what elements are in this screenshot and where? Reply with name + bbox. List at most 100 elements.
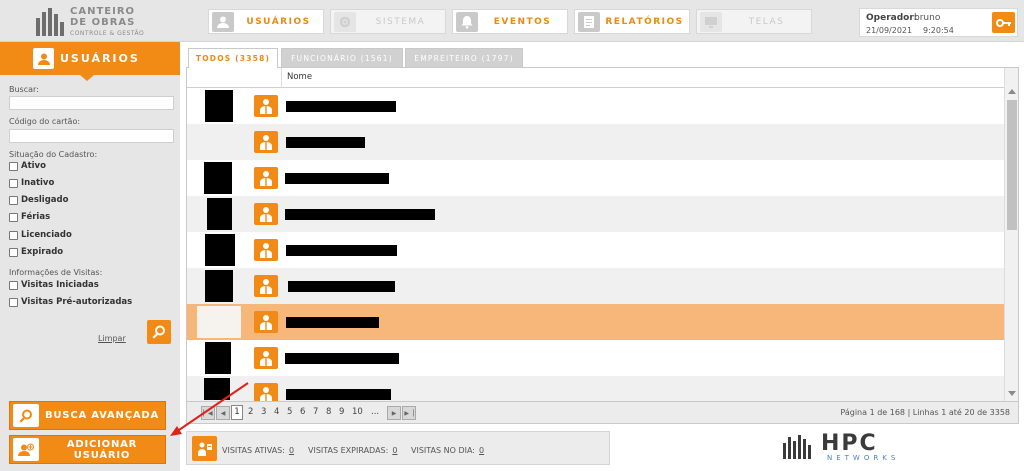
page-link[interactable]: 7	[313, 407, 318, 417]
nav-relatorios[interactable]: RELATÓRIOS	[574, 9, 690, 34]
nav-eventos[interactable]: EVENTOS	[452, 9, 568, 34]
checkbox[interactable]	[9, 280, 18, 290]
nav-telas[interactable]: TELAS	[696, 9, 812, 34]
status-option-expirado[interactable]: Expirado	[9, 246, 63, 258]
prev-page-button[interactable]: ◀	[216, 406, 230, 420]
add-user-label: ADICIONAR USUÁRIO	[66, 438, 138, 461]
user-photo	[205, 342, 231, 374]
operator-panel: Operador: bruno 21/09/2021 9:20:54	[859, 8, 1018, 37]
table-row-selected[interactable]	[187, 304, 1004, 340]
add-user-button[interactable]: ADICIONAR USUÁRIO	[9, 435, 166, 464]
search-icon	[152, 325, 165, 339]
status-option-ferias[interactable]: Férias	[9, 211, 50, 223]
table-row[interactable]	[187, 88, 1004, 124]
worker-icon	[254, 239, 278, 261]
logout-key-button[interactable]	[992, 12, 1015, 33]
worker-icon	[254, 95, 278, 117]
nav-eventos-label: EVENTOS	[493, 16, 552, 27]
user-photo	[205, 234, 235, 266]
page-ellipsis[interactable]: ...	[371, 407, 379, 417]
page-current[interactable]: 1	[231, 405, 243, 420]
day-visits-link[interactable]: 0	[479, 446, 484, 455]
pagination-info: Página 1 de 168 | Linhas 1 até 20 de 335…	[840, 408, 1010, 417]
tab-todos[interactable]: TODOS (3358)	[188, 48, 278, 68]
worker-icon	[254, 383, 278, 401]
status-option-ativo[interactable]: Ativo	[9, 160, 46, 172]
clear-link[interactable]: Limpar	[98, 334, 126, 343]
tab-empreiteiro[interactable]: EMPREITEIRO (1797)	[405, 48, 523, 67]
active-visits-link[interactable]: 0	[289, 446, 294, 455]
page-link[interactable]: 2	[248, 407, 253, 417]
checkbox[interactable]	[9, 178, 18, 188]
card-code-input[interactable]	[9, 129, 174, 143]
next-page-button[interactable]: ▶	[387, 406, 401, 420]
redacted-name	[286, 101, 396, 112]
checkbox[interactable]	[9, 247, 18, 257]
checkbox[interactable]	[9, 212, 18, 222]
page-link[interactable]: 4	[274, 407, 279, 417]
first-page-button[interactable]: ▏◀	[201, 406, 215, 420]
nav-usuarios[interactable]: USUÁRIOS	[208, 9, 324, 34]
visits-option-started[interactable]: Visitas Iniciadas	[9, 279, 99, 291]
hpc-bars-icon	[783, 435, 817, 459]
table-row[interactable]	[187, 196, 1004, 232]
last-page-button[interactable]: ▶▕	[402, 406, 416, 420]
visitor-icon	[192, 436, 217, 461]
tab-funcionario[interactable]: FUNCIONÁRIO (1561)	[281, 48, 403, 67]
page-link[interactable]: 10	[352, 407, 363, 417]
logo-line1: CANTEIRO	[70, 6, 136, 17]
nav-relatorios-label: RELATÓRIOS	[605, 16, 684, 27]
checkbox[interactable]	[9, 195, 18, 205]
logo-line2: DE OBRAS	[70, 17, 136, 28]
user-icon	[33, 48, 54, 69]
redacted-name	[286, 389, 391, 400]
active-visits: VISITAS ATIVAS: 0	[222, 446, 295, 455]
users-grid: Nome	[186, 67, 1019, 402]
search-button[interactable]	[147, 320, 171, 344]
day-visits: VISITAS NO DIA: 0	[411, 446, 485, 455]
checkbox[interactable]	[9, 297, 18, 307]
page-link[interactable]: 3	[261, 407, 266, 417]
page-link[interactable]: 9	[339, 407, 344, 417]
table-row[interactable]	[187, 160, 1004, 196]
logo-bars-icon	[36, 8, 66, 36]
hpc-logo-text: HPC	[821, 431, 878, 456]
table-row[interactable]	[187, 340, 1004, 376]
expired-visits: VISITAS EXPIRADAS: 0	[308, 446, 398, 455]
redacted-name	[286, 317, 379, 328]
operator-label: Operador:	[866, 13, 918, 23]
nav-sistema[interactable]: SISTEMA	[330, 9, 446, 34]
scroll-up-icon[interactable]	[1008, 89, 1016, 94]
checkbox[interactable]	[9, 161, 18, 171]
redacted-name	[286, 245, 397, 256]
status-option-licenciado[interactable]: Licenciado	[9, 229, 72, 241]
column-header-name[interactable]: Nome	[287, 72, 312, 82]
top-header: CANTEIRO DE OBRAS CONTROLE & GESTÃO USUÁ…	[0, 0, 1024, 42]
advanced-search-button[interactable]: BUSCA AVANÇADA	[9, 401, 166, 430]
scroll-thumb[interactable]	[1007, 100, 1017, 230]
grid-scrollbar[interactable]	[1004, 68, 1018, 401]
table-row[interactable]	[187, 232, 1004, 268]
status-option-inativo[interactable]: Inativo	[9, 177, 54, 189]
search-label: Buscar:	[9, 85, 39, 94]
visits-option-preauthorized[interactable]: Visitas Pré-autorizadas	[9, 296, 132, 308]
hpc-logo-sub: NETWORKS	[827, 454, 900, 462]
table-row[interactable]	[187, 376, 1004, 401]
expired-visits-link[interactable]: 0	[392, 446, 397, 455]
scroll-down-icon[interactable]	[1008, 391, 1016, 396]
column-separator	[281, 68, 282, 88]
monitor-icon	[700, 11, 722, 32]
search-input[interactable]	[9, 96, 174, 110]
table-row[interactable]	[187, 268, 1004, 304]
user-photo	[205, 270, 233, 302]
table-row[interactable]	[187, 124, 1004, 160]
user-photo	[204, 378, 230, 400]
checkbox[interactable]	[9, 230, 18, 240]
page-link[interactable]: 8	[326, 407, 331, 417]
page-link[interactable]: 5	[287, 407, 292, 417]
pagination-bar: ▏◀ ◀ 1 2 3 4 5 6 7 8 9 10 ... ▶ ▶▕ Págin…	[186, 402, 1019, 424]
status-option-desligado[interactable]: Desligado	[9, 194, 68, 206]
user-photo	[197, 306, 241, 338]
page-link[interactable]: 6	[300, 407, 305, 417]
sidebar-notch	[80, 75, 94, 81]
